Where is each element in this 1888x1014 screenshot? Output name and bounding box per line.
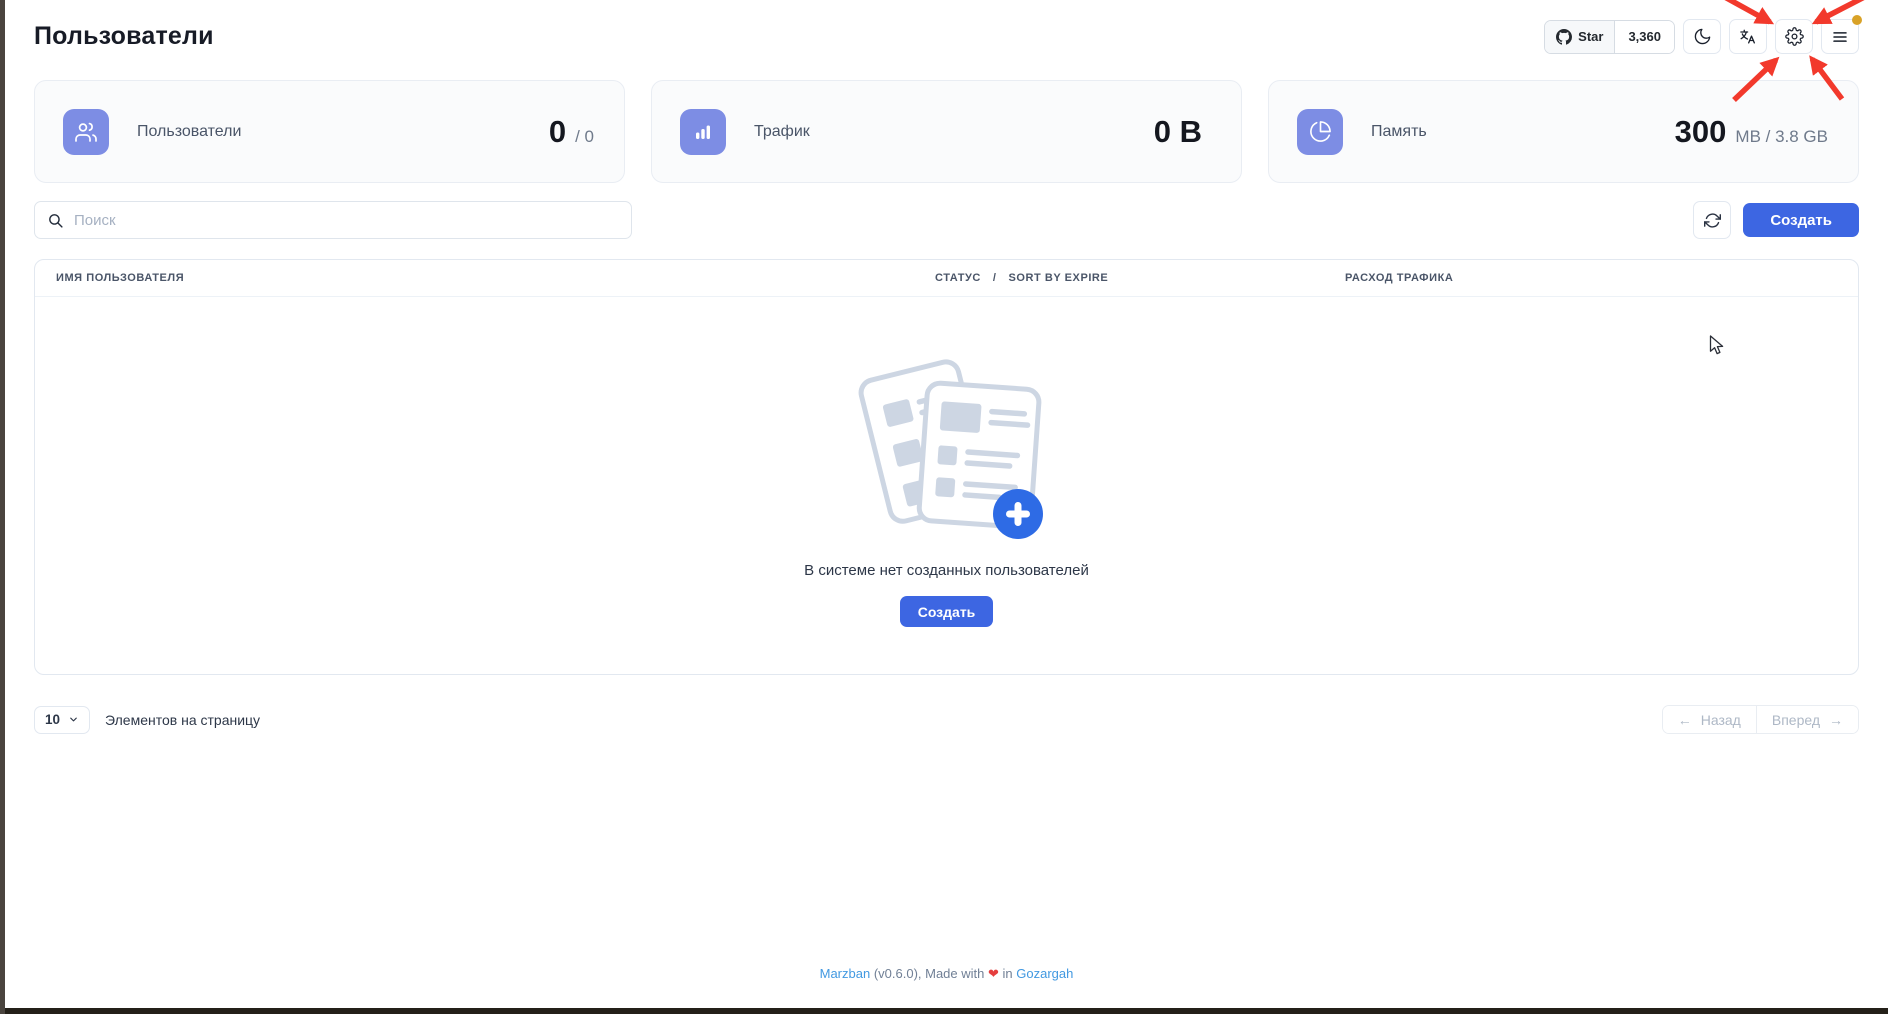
search-input[interactable]	[74, 212, 619, 229]
stat-unit: / 0	[575, 127, 594, 147]
stat-card-traffic: Трафик 0 B	[651, 80, 1242, 183]
footer-preposition: in	[1003, 966, 1013, 981]
refresh-button[interactable]	[1693, 201, 1731, 239]
left-arrow-icon: ←	[1678, 712, 1692, 728]
pagination-row: 10 Элементов на страницу ← Назад Вперед …	[34, 705, 1859, 734]
memory-icon-tile	[1297, 109, 1343, 155]
footer-tagline: (v0.6.0), Made with	[874, 966, 985, 981]
users-page: Пользователи Star 3,360	[5, 0, 1888, 1008]
stat-value: 0 B	[1154, 114, 1202, 150]
column-header-sort-by-expire[interactable]: SORT BY EXPIRE	[1009, 272, 1109, 284]
stat-unit: MB / 3.8 GB	[1735, 127, 1828, 147]
github-star-count[interactable]: 3,360	[1615, 21, 1674, 53]
empty-state-create-button[interactable]: Создать	[900, 596, 994, 627]
stat-value: 300	[1675, 114, 1727, 150]
page-header: Пользователи Star 3,360	[34, 0, 1859, 54]
github-star-label: Star	[1578, 29, 1603, 44]
page-size-select[interactable]: 10	[34, 706, 90, 734]
next-page-button[interactable]: Вперед →	[1756, 706, 1858, 733]
column-header-username[interactable]: ИМЯ ПОЛЬЗОВАТЕЛЯ	[35, 272, 935, 284]
theme-toggle-button[interactable]	[1683, 19, 1721, 54]
refresh-icon	[1704, 212, 1721, 229]
controls-row: Создать	[34, 201, 1859, 239]
settings-button[interactable]	[1775, 19, 1813, 54]
chevron-down-icon	[68, 714, 79, 725]
window-edge-bottom	[5, 1008, 1888, 1014]
header-toolbar: Star 3,360	[1544, 19, 1859, 54]
stat-label: Пользователи	[137, 123, 241, 141]
column-header-status[interactable]: СТАТУС	[935, 272, 981, 284]
column-header-status-sort[interactable]: СТАТУС / SORT BY EXPIRE	[935, 272, 1345, 284]
per-page-label: Элементов на страницу	[105, 712, 260, 728]
create-user-button[interactable]: Создать	[1743, 203, 1859, 237]
gozargah-link[interactable]: Gozargah	[1016, 966, 1073, 981]
stat-value: 0	[549, 114, 566, 150]
stat-card-users: Пользователи 0 / 0	[34, 80, 625, 183]
page-title: Пользователи	[34, 22, 214, 51]
traffic-icon-tile	[680, 109, 726, 155]
notification-dot	[1852, 15, 1862, 25]
stat-value-group: 0 / 0	[549, 114, 594, 150]
users-table: ИМЯ ПОЛЬЗОВАТЕЛЯ СТАТУС / SORT BY EXPIRE…	[34, 259, 1859, 675]
window-edge-left	[0, 0, 5, 1014]
users-icon	[74, 120, 98, 144]
search-icon	[47, 212, 64, 229]
empty-state-message: В системе нет созданных пользователей	[804, 562, 1089, 579]
stat-label: Трафик	[754, 123, 810, 141]
page-size-value: 10	[45, 712, 60, 727]
table-header-row: ИМЯ ПОЛЬЗОВАТЕЛЯ СТАТУС / SORT BY EXPIRE…	[35, 260, 1858, 297]
github-star-button[interactable]: Star 3,360	[1544, 20, 1675, 54]
moon-icon	[1693, 27, 1712, 46]
add-plus-badge	[993, 489, 1043, 539]
prev-page-button[interactable]: ← Назад	[1663, 706, 1756, 733]
empty-documents-illustration	[845, 344, 1049, 542]
users-icon-tile	[63, 109, 109, 155]
github-icon	[1556, 29, 1572, 45]
next-label: Вперед	[1772, 712, 1820, 728]
hamburger-icon	[1831, 28, 1849, 46]
stat-value-group: 0 B	[1154, 114, 1211, 150]
language-button[interactable]	[1729, 19, 1767, 54]
bar-chart-icon	[691, 120, 715, 144]
stat-card-memory: Память 300 MB / 3.8 GB	[1268, 80, 1859, 183]
menu-button[interactable]	[1821, 19, 1859, 54]
gear-icon	[1785, 27, 1804, 46]
prev-label: Назад	[1701, 712, 1741, 728]
search-box[interactable]	[34, 201, 632, 239]
marzban-link[interactable]: Marzban	[820, 966, 871, 981]
translate-icon	[1738, 27, 1758, 47]
pie-chart-icon	[1309, 120, 1332, 143]
github-star-segment[interactable]: Star	[1545, 21, 1615, 53]
empty-state: В системе нет созданных пользователей Со…	[35, 297, 1858, 674]
right-arrow-icon: →	[1829, 712, 1843, 728]
stat-cards: Пользователи 0 / 0 Трафик 0 B Память 300	[34, 80, 1859, 183]
stat-value-group: 300 MB / 3.8 GB	[1675, 114, 1828, 150]
heart-icon: ❤	[988, 967, 999, 982]
footer: Marzban (v0.6.0), Made with ❤ in Gozarga…	[5, 966, 1888, 982]
column-header-traffic[interactable]: РАСХОД ТРАФИКА	[1345, 272, 1858, 284]
stat-label: Память	[1371, 123, 1427, 141]
column-header-separator: /	[993, 272, 997, 284]
pager: ← Назад Вперед →	[1662, 705, 1859, 734]
